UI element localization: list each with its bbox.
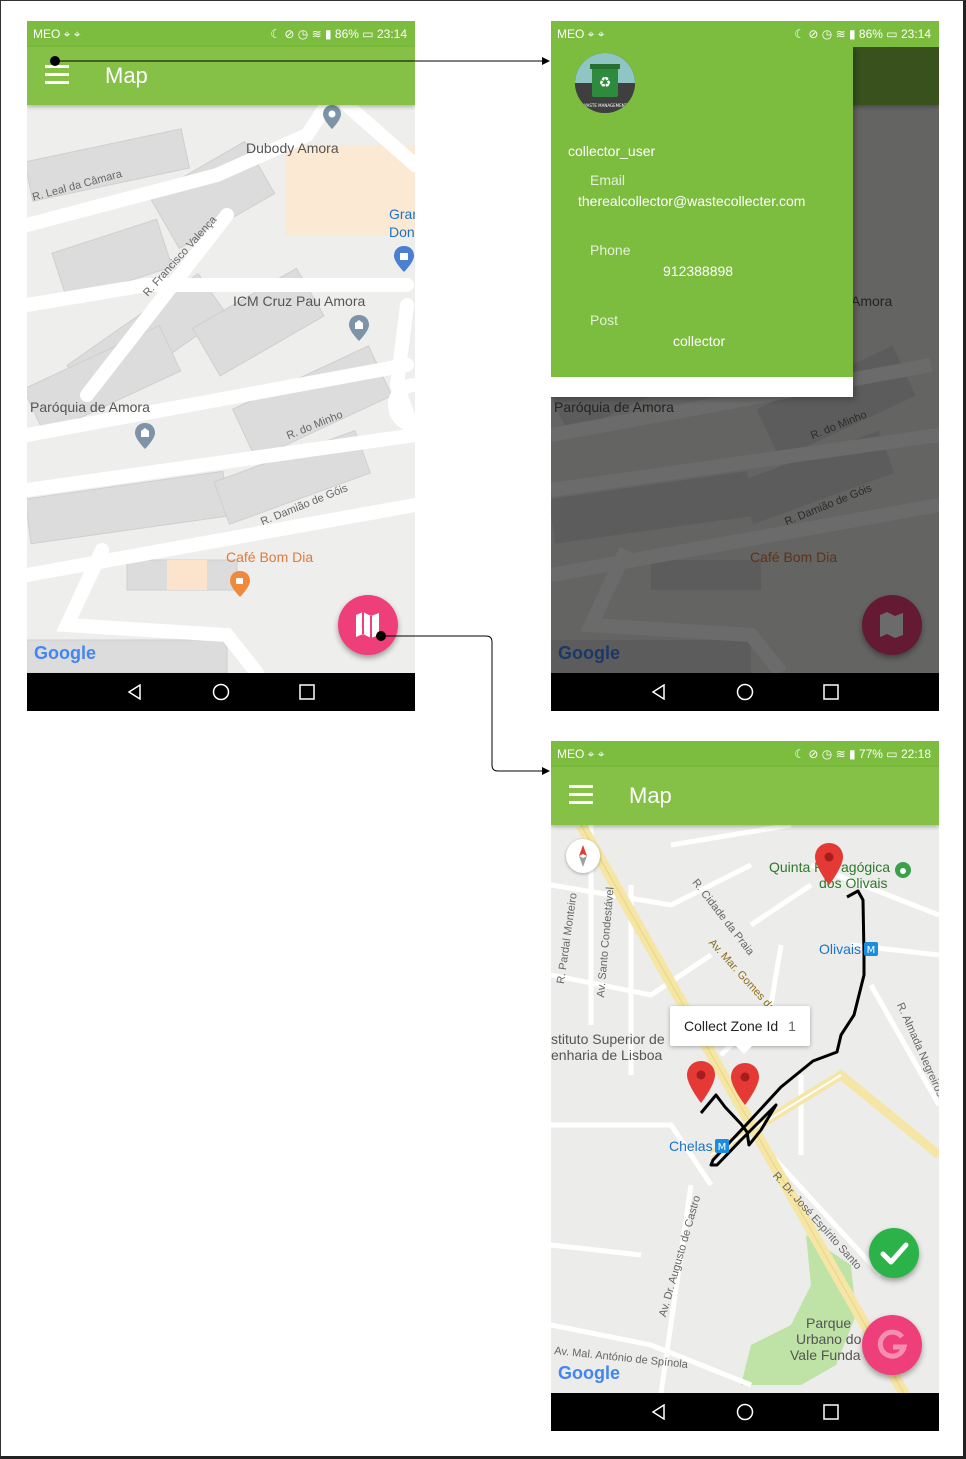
marker-info-window[interactable]: Collect Zone Id 1 bbox=[670, 1006, 810, 1054]
status-time: 23:14 bbox=[376, 27, 407, 41]
home-icon[interactable] bbox=[736, 1403, 754, 1421]
place-chelas-metro: Chelas bbox=[669, 1138, 713, 1154]
map-fab-button[interactable] bbox=[338, 595, 398, 655]
status-bar: MEO ⌖ ⌖ ☾ ⊘ ◷ ≋ ▮ 86% ▭ 23:14 bbox=[27, 21, 415, 47]
phone-route-screen: MEO ⌖ ⌖ ☾ ⊘ ◷ ≋ ▮ 77% ▭ 22:18 Map Quinta… bbox=[551, 741, 939, 1431]
google-attribution: Google bbox=[34, 643, 96, 663]
svg-text:M: M bbox=[867, 945, 876, 956]
map-streets-graphic bbox=[27, 105, 415, 673]
app-bar: Map bbox=[27, 47, 415, 105]
check-icon bbox=[880, 1242, 909, 1265]
status-time: 22:18 bbox=[900, 747, 931, 761]
place-icm-cruz-pau: ICM Cruz Pau Amora bbox=[233, 293, 366, 309]
recents-icon[interactable] bbox=[823, 1404, 839, 1420]
android-nav-bar bbox=[27, 673, 415, 711]
place-parque-1: Parque bbox=[806, 1315, 852, 1331]
drawer-username: collector_user bbox=[568, 143, 656, 159]
place-don: Don bbox=[389, 224, 415, 240]
post-value: collector bbox=[673, 333, 726, 349]
carrier-label: MEO bbox=[557, 27, 585, 41]
place-quinta-pedagogica-2: agógica bbox=[841, 859, 891, 875]
battery-level: 86% bbox=[334, 27, 359, 41]
carrier-label: MEO bbox=[33, 27, 61, 41]
back-icon[interactable] bbox=[127, 684, 143, 700]
back-icon[interactable] bbox=[651, 1404, 667, 1420]
svg-text:M: M bbox=[718, 1142, 727, 1153]
info-window-value: 1 bbox=[788, 1018, 796, 1034]
map-marker-icon[interactable] bbox=[687, 1061, 715, 1103]
phone-drawer-screen: MEO ⌖ ⌖ ☾ ⊘ ◷ ≋ ▮ 86% ▭ 23:14 Paróquia d… bbox=[551, 21, 939, 711]
email-label: Email bbox=[590, 172, 626, 188]
battery-level: 86% bbox=[858, 27, 883, 41]
status-bar: MEO ⌖ ⌖ ☾ ⊘ ◷ ≋ ▮ 77% ▭ 22:18 bbox=[551, 741, 939, 767]
app-bar-title: Map bbox=[629, 783, 672, 808]
info-window-label: Collect Zone Id bbox=[684, 1018, 779, 1034]
home-icon[interactable] bbox=[212, 683, 230, 701]
compass-icon[interactable] bbox=[566, 839, 600, 873]
recents-icon[interactable] bbox=[299, 684, 315, 700]
back-icon[interactable] bbox=[651, 684, 667, 700]
hamburger-menu-icon[interactable] bbox=[569, 785, 593, 805]
drawer-header: ♻ WASTE MANAGEMENT collector_user Email … bbox=[551, 47, 853, 377]
place-olivais-metro: Olivais bbox=[819, 941, 862, 957]
place-parque-3: Vale Funda bbox=[790, 1347, 861, 1363]
church-pin-icon bbox=[349, 315, 369, 341]
email-value: therealcollector@wastecollecter.com bbox=[578, 193, 806, 209]
avatar: ♻ WASTE MANAGEMENT bbox=[575, 53, 635, 113]
place-cafe-bom-dia: Café Bom Dia bbox=[226, 549, 314, 565]
map-view[interactable]: Quinta P agógica dos Olivais Olivais M s… bbox=[551, 825, 939, 1393]
hamburger-menu-icon[interactable] bbox=[45, 65, 69, 85]
g-fab-button[interactable] bbox=[862, 1315, 922, 1375]
place-gran: Gran bbox=[389, 206, 415, 222]
place-isel-2: enharia de Lisboa bbox=[551, 1047, 663, 1063]
svg-text:♻: ♻ bbox=[599, 75, 612, 91]
cafe-pin-icon bbox=[230, 571, 250, 597]
phone-value: 912388898 bbox=[663, 263, 734, 279]
recycle-bin-logo-icon: ♻ WASTE MANAGEMENT bbox=[575, 53, 635, 113]
battery-level: 77% bbox=[858, 747, 883, 761]
recents-icon[interactable] bbox=[823, 684, 839, 700]
android-nav-bar bbox=[551, 673, 939, 711]
app-bar-title: Map bbox=[105, 63, 148, 88]
map-view[interactable]: Dubody Amora ICM Cruz Pau Amora Paróquia… bbox=[27, 105, 415, 673]
map-marker-icon[interactable] bbox=[815, 843, 843, 885]
post-label: Post bbox=[590, 312, 619, 328]
svg-text:WASTE MANAGEMENT: WASTE MANAGEMENT bbox=[583, 103, 628, 108]
shopping-pin-icon bbox=[394, 246, 414, 272]
metro-icon: M bbox=[864, 942, 878, 956]
navigation-drawer: ♻ WASTE MANAGEMENT collector_user Email … bbox=[551, 47, 853, 397]
place-pin-icon bbox=[323, 105, 341, 129]
google-attribution: Google bbox=[558, 1363, 620, 1383]
home-icon[interactable] bbox=[736, 683, 754, 701]
android-nav-bar bbox=[551, 1393, 939, 1431]
phone-map-screen: MEO ⌖ ⌖ ☾ ⊘ ◷ ≋ ▮ 86% ▭ 23:14 Map Dubody… bbox=[27, 21, 415, 711]
phone-label: Phone bbox=[590, 242, 631, 258]
status-time: 23:14 bbox=[900, 27, 931, 41]
confirm-route-button[interactable] bbox=[869, 1228, 919, 1278]
status-bar: MEO ⌖ ⌖ ☾ ⊘ ◷ ≋ ▮ 86% ▭ 23:14 bbox=[551, 21, 939, 47]
carrier-label: MEO bbox=[557, 747, 585, 761]
app-bar: Map bbox=[551, 767, 939, 825]
place-isel-1: stituto Superior de bbox=[551, 1031, 665, 1047]
metro-icon: M bbox=[715, 1139, 729, 1153]
park-pin-icon bbox=[895, 862, 911, 878]
place-parque-2: Urbano do bbox=[796, 1331, 862, 1347]
place-dubody-amora: Dubody Amora bbox=[246, 140, 339, 156]
g-icon bbox=[877, 1329, 908, 1359]
map-icon bbox=[356, 612, 379, 638]
place-paroquia-amora: Paróquia de Amora bbox=[30, 399, 150, 415]
map-marker-icon[interactable] bbox=[731, 1063, 759, 1105]
church-pin-icon bbox=[135, 423, 155, 449]
